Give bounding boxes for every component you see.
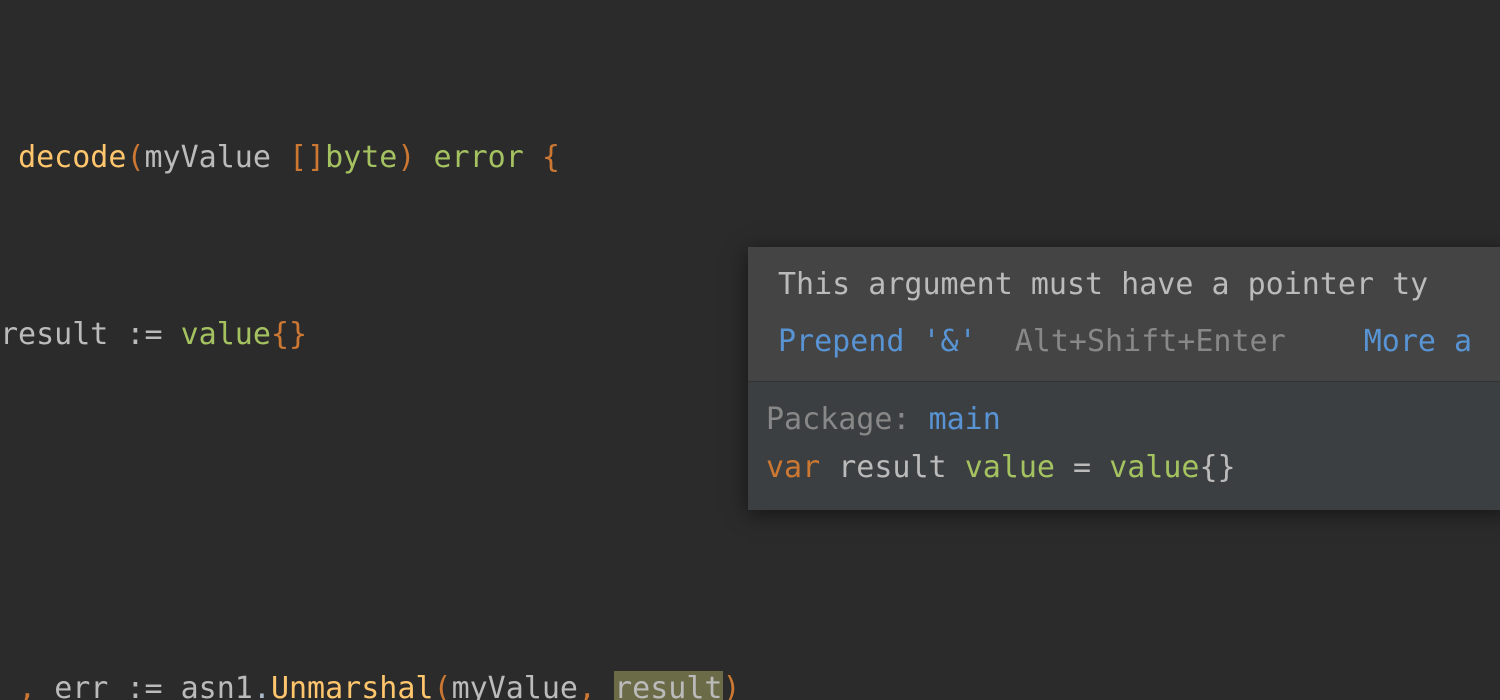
code-line-3[interactable]: _, err := asn1.Unmarshal(myValue, result… [0, 659, 1500, 700]
prepend-amp-action[interactable]: Prepend '&' [778, 324, 977, 359]
func-name: decode [18, 140, 126, 175]
more-actions-link[interactable]: More a [1364, 324, 1472, 359]
inspection-popup[interactable]: This argument must have a pointer ty Pre… [748, 247, 1500, 510]
symbol-info: Package: main var result value = value{} [748, 381, 1500, 510]
code-line-1[interactable]: decode(myValue []byte) error { [0, 128, 1500, 187]
package-line: Package: main [766, 396, 1490, 444]
highlighted-argument[interactable]: result [614, 671, 722, 700]
inspection-actions: Prepend '&' Alt+Shift+Enter More a [748, 314, 1500, 381]
package-name[interactable]: main [929, 402, 1001, 437]
shortcut-hint: Alt+Shift+Enter [1015, 324, 1286, 359]
package-label: Package: [766, 402, 911, 437]
inspection-message: This argument must have a pointer ty [748, 247, 1500, 314]
declaration-line: var result value = value{} [766, 444, 1490, 492]
